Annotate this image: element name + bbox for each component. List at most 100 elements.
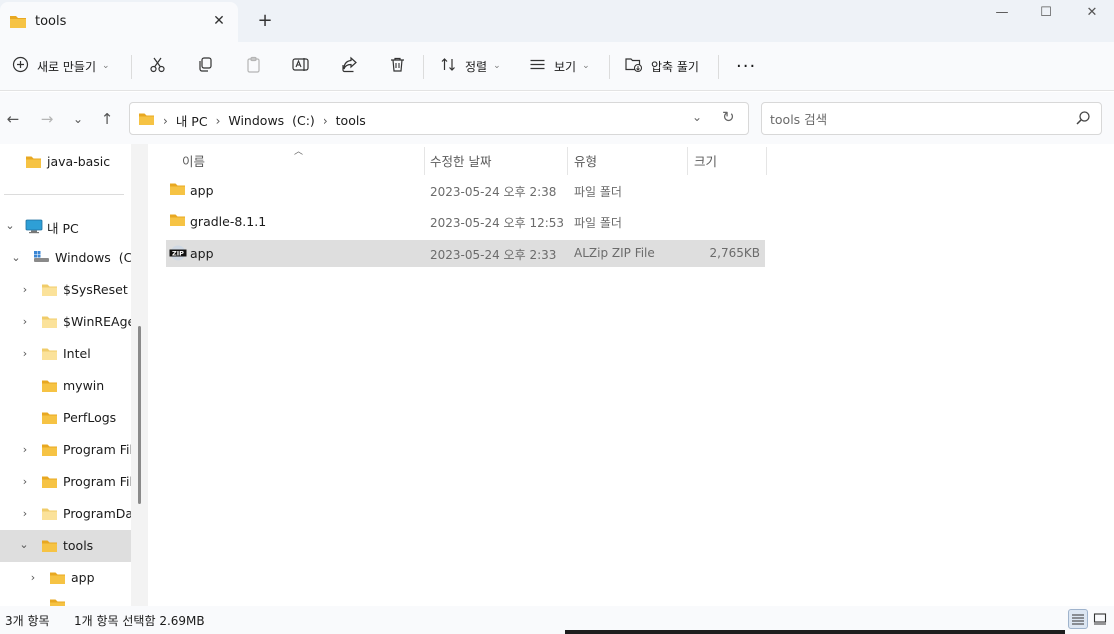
- expand-chevron-icon[interactable]: ›: [19, 347, 31, 360]
- nav-item-label: Program Files: [63, 442, 131, 457]
- expand-chevron-icon[interactable]: ›: [19, 475, 31, 488]
- folder-icon: [49, 571, 66, 588]
- copy-button[interactable]: [197, 54, 214, 78]
- address-bar[interactable]: › 내 PC › Windows (C:) › tools ⌄ ↻: [129, 102, 749, 135]
- large-icons-view-button[interactable]: [1090, 609, 1110, 629]
- address-history-chevron-icon[interactable]: ⌄: [692, 110, 702, 124]
- folder-icon: [169, 213, 186, 230]
- nav-item-winreagent[interactable]: › $WinREAgent: [0, 306, 131, 338]
- folder-icon: [41, 379, 58, 396]
- nav-item-mywin[interactable]: mywin: [0, 370, 131, 402]
- nav-item-label: 내 PC: [47, 221, 79, 236]
- view-button[interactable]: 보기 ⌄: [529, 54, 590, 78]
- up-arrow-icon[interactable]: ↑: [97, 109, 117, 129]
- nav-item-app[interactable]: › app: [0, 562, 131, 594]
- column-divider[interactable]: [567, 147, 568, 175]
- file-date: 2023-05-24 오후 2:33: [430, 248, 557, 262]
- refresh-icon[interactable]: ↻: [722, 108, 735, 126]
- column-divider[interactable]: [424, 147, 425, 175]
- recent-locations-chevron-icon[interactable]: ⌄: [68, 109, 88, 129]
- details-view-icon: [1072, 614, 1084, 625]
- nav-item-this-pc[interactable]: ⌄ 내 PC: [0, 210, 131, 242]
- expand-chevron-icon[interactable]: ›: [19, 315, 31, 328]
- nav-scrollbar[interactable]: [131, 144, 148, 606]
- nav-item-label: ProgramData: [63, 506, 131, 521]
- column-header-type[interactable]: 유형: [574, 151, 597, 170]
- close-window-button[interactable]: ✕: [1082, 4, 1102, 22]
- nav-item-tools[interactable]: ⌄ tools: [0, 530, 131, 562]
- nav-scroll-thumb[interactable]: [138, 326, 141, 504]
- minimize-button[interactable]: —: [992, 4, 1012, 22]
- extract-button[interactable]: 압축 풀기: [625, 54, 699, 78]
- clipboard-icon: [245, 56, 262, 76]
- delete-button[interactable]: [389, 54, 406, 78]
- close-tab-icon[interactable]: ✕: [210, 12, 228, 30]
- file-type: 파일 폴더: [574, 216, 622, 230]
- folder-icon: [9, 14, 27, 32]
- nav-item-program-files-x86[interactable]: › Program Files (x86): [0, 466, 131, 498]
- file-type: 파일 폴더: [574, 185, 622, 199]
- new-button[interactable]: 새로 만들기 ⌄: [12, 54, 110, 78]
- breadcrumb: › 내 PC › Windows (C:) › tools: [138, 111, 366, 130]
- nav-item-programdata[interactable]: › ProgramData: [0, 498, 131, 530]
- folder-icon: [41, 539, 58, 556]
- more-icon: ···: [736, 55, 757, 77]
- search-box[interactable]: [761, 102, 1102, 135]
- nav-item-windows-drive[interactable]: ⌄ Windows (C:): [0, 242, 131, 274]
- search-icon[interactable]: [1075, 110, 1091, 129]
- breadcrumb-tools[interactable]: tools: [336, 113, 366, 128]
- column-divider[interactable]: [766, 147, 767, 175]
- nav-item-label: $SysReset: [63, 282, 128, 297]
- collapse-chevron-icon[interactable]: ⌄: [18, 538, 30, 551]
- column-header-name[interactable]: 이름: [182, 151, 205, 170]
- nav-item-label: Windows (C:): [55, 250, 131, 265]
- nav-item-perflogs[interactable]: PerfLogs: [0, 402, 131, 434]
- background-window-edge: [565, 630, 1065, 634]
- breadcrumb-pc[interactable]: 내 PC: [176, 111, 208, 130]
- column-header-size[interactable]: 크기: [694, 151, 717, 170]
- more-options-button[interactable]: ···: [736, 54, 756, 78]
- folder-icon: [41, 283, 58, 300]
- tab-tools[interactable]: tools ✕: [0, 2, 238, 42]
- breadcrumb-chevron-icon: ›: [163, 113, 168, 128]
- breadcrumb-drive[interactable]: Windows (C:): [228, 113, 314, 128]
- file-list: ︿ 이름 수정한 날짜 유형 크기 app 2023-05-24 오후 2:38…: [148, 144, 1114, 606]
- forward-arrow-icon[interactable]: →: [37, 109, 57, 129]
- divider: [423, 55, 424, 79]
- collapse-chevron-icon[interactable]: ⌄: [10, 251, 22, 264]
- nav-item-intel[interactable]: › Intel: [0, 338, 131, 370]
- view-lines-icon: [529, 56, 546, 76]
- collapse-chevron-icon[interactable]: ⌄: [4, 219, 16, 232]
- column-header-date[interactable]: 수정한 날짜: [430, 151, 491, 170]
- title-bar: tools ✕ + — ☐ ✕: [0, 0, 1114, 42]
- folder-icon: [49, 598, 66, 606]
- expand-chevron-icon[interactable]: ›: [19, 283, 31, 296]
- nav-item-partial[interactable]: [0, 594, 131, 606]
- file-row[interactable]: app 2023-05-24 오후 2:38 파일 폴더: [166, 177, 765, 204]
- expand-chevron-icon[interactable]: ›: [19, 443, 31, 456]
- command-bar: 새로 만들기 ⌄ 정렬 ⌄ 보기 ⌄ 압축 풀기 ···: [0, 42, 1114, 91]
- file-name: app: [190, 183, 214, 198]
- back-arrow-icon[interactable]: ←: [3, 109, 23, 129]
- cut-button[interactable]: [149, 54, 166, 78]
- search-input[interactable]: [770, 110, 1060, 128]
- file-row[interactable]: gradle-8.1.1 2023-05-24 오후 12:53 파일 폴더: [166, 208, 765, 235]
- sort-button[interactable]: 정렬 ⌄: [440, 54, 501, 78]
- maximize-button[interactable]: ☐: [1036, 4, 1056, 22]
- folder-icon: [41, 347, 58, 364]
- column-divider[interactable]: [687, 147, 688, 175]
- nav-item-sysreset[interactable]: › $SysReset: [0, 274, 131, 306]
- nav-item-program-files[interactable]: › Program Files: [0, 434, 131, 466]
- nav-item-label: app: [71, 570, 95, 585]
- expand-chevron-icon[interactable]: ›: [27, 571, 39, 584]
- file-date: 2023-05-24 오후 12:53: [430, 216, 565, 230]
- new-tab-button[interactable]: +: [255, 11, 275, 31]
- file-row-selected[interactable]: ZIP app 2023-05-24 오후 2:33 ALZip ZIP Fil…: [166, 240, 765, 267]
- paste-button[interactable]: [245, 54, 262, 78]
- details-view-button[interactable]: [1068, 609, 1088, 629]
- expand-chevron-icon[interactable]: ›: [19, 507, 31, 520]
- navigation-pane: java-basic ⌄ 내 PC ⌄ Windows (C:) › $SysR…: [0, 144, 148, 606]
- share-button[interactable]: [341, 54, 358, 78]
- rename-button[interactable]: [292, 54, 310, 78]
- nav-item-java-basic[interactable]: java-basic: [0, 146, 131, 178]
